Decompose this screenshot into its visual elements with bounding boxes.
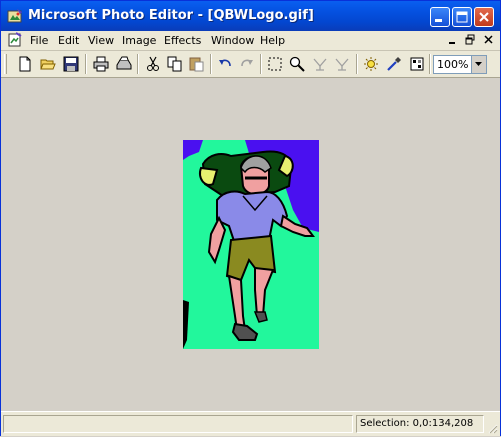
selection-pane: Selection: 0,0:134,208 bbox=[356, 415, 484, 433]
zoom-dropdown[interactable]: 100% bbox=[433, 55, 487, 74]
open-button[interactable] bbox=[38, 54, 58, 74]
menu-view[interactable]: View bbox=[88, 34, 114, 47]
toolbar-separator bbox=[260, 54, 262, 74]
toolbar-separator bbox=[429, 54, 431, 74]
status-bar: Selection: 0,0:134,208 bbox=[1, 411, 500, 436]
status-message-pane bbox=[3, 415, 353, 433]
copy-icon bbox=[167, 56, 182, 72]
menu-image[interactable]: Image bbox=[122, 34, 156, 47]
toolbar bbox=[1, 51, 500, 78]
doc-minimize-icon[interactable] bbox=[445, 34, 459, 46]
scan-button[interactable] bbox=[114, 54, 134, 74]
workspace bbox=[1, 78, 500, 410]
transparent-off-icon bbox=[335, 58, 349, 71]
toolbar-grip[interactable] bbox=[4, 54, 7, 74]
save-icon bbox=[63, 56, 79, 72]
scan-icon bbox=[116, 56, 132, 70]
brightness-icon bbox=[364, 57, 378, 71]
open-icon bbox=[40, 59, 56, 70]
select-icon bbox=[268, 57, 282, 71]
brightness-button[interactable] bbox=[361, 54, 381, 74]
maximize-button[interactable] bbox=[452, 7, 472, 27]
app-window: Microsoft Photo Editor - [QBWLogo.gif] F… bbox=[0, 0, 501, 436]
toolbar-separator bbox=[210, 54, 212, 74]
hiker-image[interactable] bbox=[183, 140, 319, 349]
zoom-value: 100% bbox=[437, 58, 469, 71]
paste-icon bbox=[189, 57, 204, 72]
menu-window[interactable]: Window bbox=[211, 34, 254, 47]
photo-editor-icon[interactable] bbox=[7, 8, 23, 24]
title-bar[interactable]: Microsoft Photo Editor - [QBWLogo.gif] bbox=[1, 1, 500, 31]
undo-icon bbox=[219, 59, 231, 67]
redo-icon bbox=[241, 59, 253, 67]
toolbar-separator bbox=[85, 54, 87, 74]
window-title: Microsoft Photo Editor - [QBWLogo.gif] bbox=[28, 8, 314, 23]
maximize-icon bbox=[456, 11, 468, 23]
new-icon bbox=[19, 56, 31, 72]
properties-icon bbox=[410, 57, 424, 71]
zoom-icon bbox=[289, 56, 305, 72]
select-button[interactable] bbox=[265, 54, 285, 74]
minimize-icon bbox=[435, 19, 442, 22]
undo-button[interactable] bbox=[215, 54, 235, 74]
cut-icon bbox=[147, 56, 159, 71]
toolbar-separator bbox=[356, 54, 358, 74]
redo-button[interactable] bbox=[237, 54, 257, 74]
menu-bar: File Edit View Image Effects Window Help bbox=[1, 31, 500, 51]
print-button[interactable] bbox=[91, 54, 111, 74]
toolbar-separator bbox=[137, 54, 139, 74]
copy-button[interactable] bbox=[165, 54, 185, 74]
selection-readout: Selection: 0,0:134,208 bbox=[360, 418, 474, 429]
paste-button[interactable] bbox=[187, 54, 207, 74]
properties-button[interactable] bbox=[407, 54, 427, 74]
new-button[interactable] bbox=[15, 54, 35, 74]
menu-help[interactable]: Help bbox=[260, 34, 285, 47]
cut-button[interactable] bbox=[143, 54, 163, 74]
print-icon bbox=[93, 56, 109, 72]
doc-restore-icon[interactable] bbox=[463, 34, 477, 46]
chevron-down-icon[interactable] bbox=[471, 56, 486, 73]
save-button[interactable] bbox=[61, 54, 81, 74]
document-icon[interactable] bbox=[7, 32, 23, 48]
set-transparent-button[interactable] bbox=[310, 54, 330, 74]
resize-grip-icon[interactable] bbox=[486, 422, 498, 434]
minimize-button[interactable] bbox=[430, 7, 450, 27]
eyedropper-button[interactable] bbox=[384, 54, 404, 74]
set-transparent-icon bbox=[313, 58, 327, 71]
menu-edit[interactable]: Edit bbox=[58, 34, 79, 47]
close-icon bbox=[479, 12, 489, 22]
close-button[interactable] bbox=[474, 7, 494, 27]
menu-effects[interactable]: Effects bbox=[164, 34, 201, 47]
zoom-button[interactable] bbox=[287, 54, 307, 74]
doc-close-icon[interactable] bbox=[482, 34, 496, 46]
menu-file[interactable]: File bbox=[30, 34, 48, 47]
eyedropper-icon bbox=[387, 57, 401, 71]
transparent-off-button[interactable] bbox=[332, 54, 352, 74]
